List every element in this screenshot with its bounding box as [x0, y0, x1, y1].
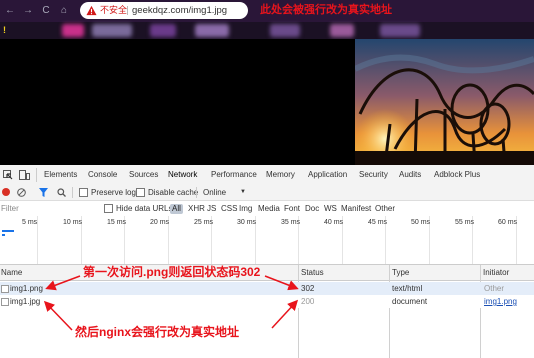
annotation-arrows: [43, 275, 299, 331]
arrow-to-302: [264, 275, 299, 291]
arrow-to-jpg: [43, 300, 73, 331]
arrow-to-png: [45, 275, 81, 291]
arrow-to-200: [271, 299, 299, 329]
